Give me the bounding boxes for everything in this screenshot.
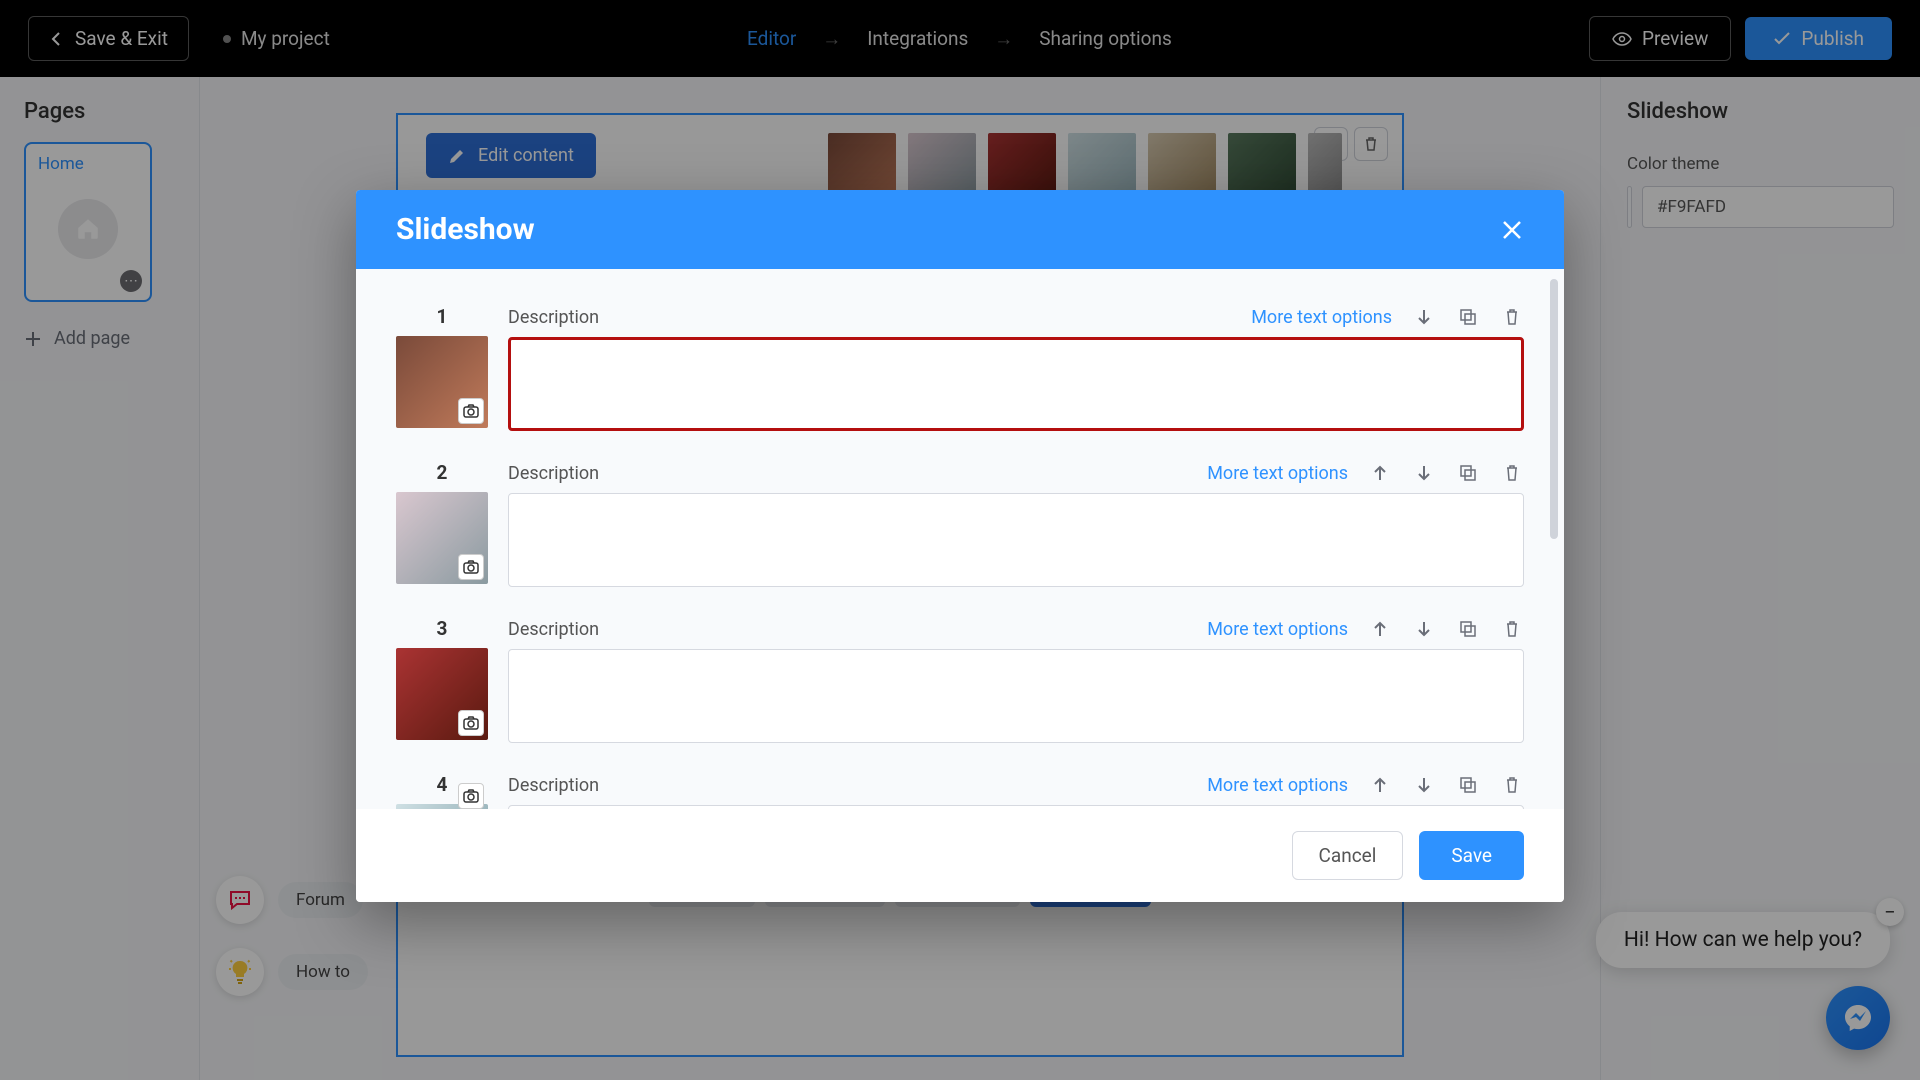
slide-row: 2 Description More text options (396, 461, 1524, 591)
scrollbar[interactable] (1550, 279, 1558, 539)
description-label: Description (508, 463, 599, 484)
copy-icon (1459, 308, 1477, 326)
change-image-button[interactable] (458, 398, 484, 424)
modal-close-button[interactable] (1500, 218, 1524, 242)
slide-number: 3 (437, 617, 448, 640)
move-up-button[interactable] (1368, 617, 1392, 641)
arrow-down-icon (1417, 777, 1431, 793)
more-text-options-link[interactable]: More text options (1207, 775, 1348, 796)
slide-tools: More text options (1207, 773, 1524, 797)
more-text-options-link[interactable]: More text options (1251, 307, 1392, 328)
slide-tools: More text options (1207, 461, 1524, 485)
move-up-button[interactable] (1368, 461, 1392, 485)
slide-row: 4 Description More text options (396, 773, 1524, 809)
slide-main-col: Description More text options (508, 617, 1524, 747)
duplicate-slide-button[interactable] (1456, 305, 1480, 329)
slide-row: 1 Description More text options (396, 305, 1524, 435)
slide-head: Description More text options (508, 773, 1524, 797)
more-text-options-link[interactable]: More text options (1207, 463, 1348, 484)
move-down-button[interactable] (1412, 461, 1436, 485)
slide-head: Description More text options (508, 461, 1524, 485)
slideshow-modal: Slideshow 1DescriptionMore text options2… (356, 190, 1564, 902)
move-down-button[interactable] (1412, 773, 1436, 797)
move-up-button[interactable] (1368, 773, 1392, 797)
modal-header: Slideshow (356, 190, 1564, 269)
change-image-button[interactable] (458, 554, 484, 580)
close-icon (1500, 218, 1524, 242)
slide-main-col: Description More text options (508, 461, 1524, 591)
description-label: Description (508, 619, 599, 640)
slide-image-thumb[interactable] (396, 336, 488, 428)
arrow-up-icon (1373, 465, 1387, 481)
save-button[interactable]: Save (1419, 831, 1524, 880)
duplicate-slide-button[interactable] (1456, 617, 1480, 641)
cancel-button[interactable]: Cancel (1292, 831, 1404, 880)
slide-main-col: Description More text options (508, 773, 1524, 809)
duplicate-slide-button[interactable] (1456, 773, 1480, 797)
trash-icon (1505, 620, 1519, 638)
slide-number: 4 (437, 773, 448, 796)
slide-image-thumb[interactable] (396, 648, 488, 740)
camera-icon (463, 716, 479, 730)
delete-slide-button[interactable] (1500, 773, 1524, 797)
delete-slide-button[interactable] (1500, 617, 1524, 641)
slide-tools: More text options (1251, 305, 1524, 329)
slide-description-input[interactable] (508, 805, 1524, 809)
slide-index-col: 4 (396, 773, 488, 809)
delete-slide-button[interactable] (1500, 305, 1524, 329)
arrow-down-icon (1417, 621, 1431, 637)
move-down-button[interactable] (1412, 617, 1436, 641)
slide-description-input[interactable] (508, 493, 1524, 587)
slide-head: Description More text options (508, 617, 1524, 641)
slide-description-input[interactable] (508, 649, 1524, 743)
slide-index-col: 2 (396, 461, 488, 591)
trash-icon (1505, 308, 1519, 326)
change-image-button[interactable] (458, 783, 484, 809)
change-image-button[interactable] (458, 710, 484, 736)
slide-head: Description More text options (508, 305, 1524, 329)
slide-number: 1 (437, 305, 448, 328)
arrow-down-icon (1417, 309, 1431, 325)
camera-icon (463, 404, 479, 418)
more-text-options-link[interactable]: More text options (1207, 619, 1348, 640)
modal-body: 1 Description More text options 2 Descriptio… (356, 269, 1564, 809)
copy-icon (1459, 464, 1477, 482)
slide-row: 3 Description More text options (396, 617, 1524, 747)
trash-icon (1505, 776, 1519, 794)
arrow-down-icon (1417, 465, 1431, 481)
modal-title: Slideshow (396, 212, 535, 247)
move-down-button[interactable] (1412, 305, 1436, 329)
duplicate-slide-button[interactable] (1456, 461, 1480, 485)
modal-overlay: Slideshow 1DescriptionMore text options2… (0, 0, 1920, 1080)
arrow-up-icon (1373, 621, 1387, 637)
slide-main-col: Description More text options (508, 305, 1524, 435)
copy-icon (1459, 776, 1477, 794)
slide-image-thumb[interactable] (396, 804, 488, 809)
slide-index-col: 3 (396, 617, 488, 747)
modal-footer: Cancel Save (356, 809, 1564, 902)
slide-tools: More text options (1207, 617, 1524, 641)
slide-description-input[interactable] (508, 337, 1524, 431)
copy-icon (1459, 620, 1477, 638)
delete-slide-button[interactable] (1500, 461, 1524, 485)
description-label: Description (508, 307, 599, 328)
camera-icon (463, 560, 479, 574)
camera-icon (463, 789, 479, 803)
slide-index-col: 1 (396, 305, 488, 435)
description-label: Description (508, 775, 599, 796)
slide-image-thumb[interactable] (396, 492, 488, 584)
arrow-up-icon (1373, 777, 1387, 793)
slide-number: 2 (437, 461, 448, 484)
trash-icon (1505, 464, 1519, 482)
